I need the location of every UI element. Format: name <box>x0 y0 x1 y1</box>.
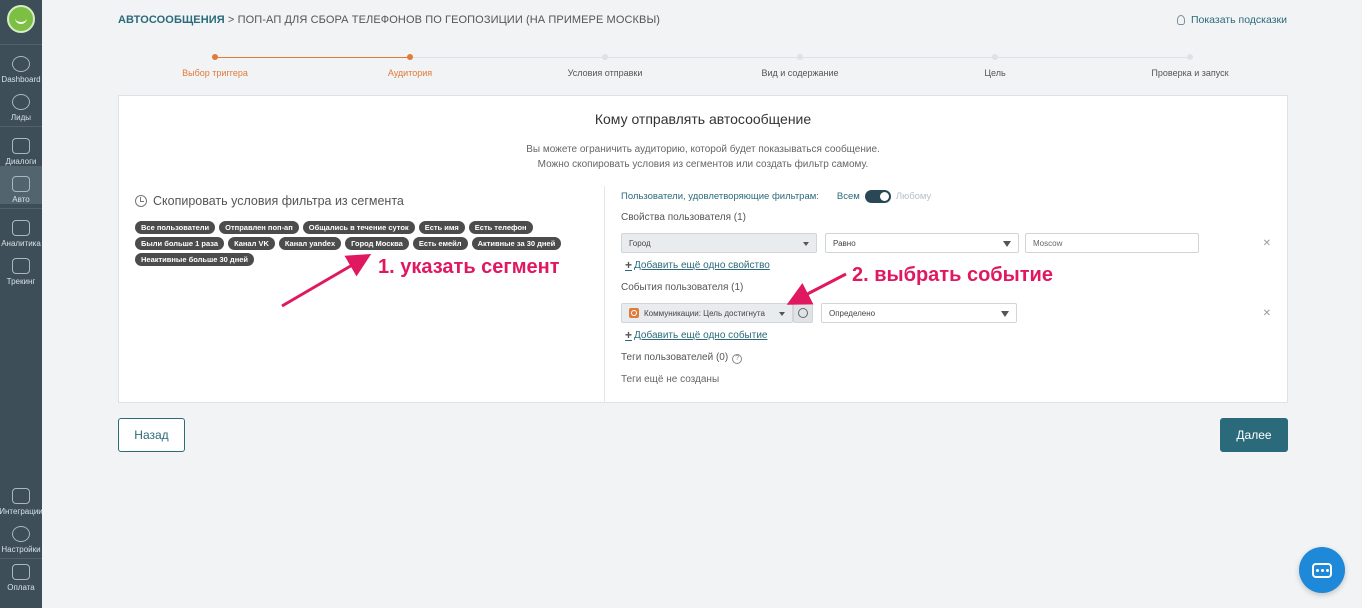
card-title: Кому отправлять автосообщение <box>594 111 812 127</box>
segment-tag[interactable]: Активные за 30 дней <box>471 237 562 250</box>
card-icon <box>12 564 30 580</box>
plus-icon: + <box>625 258 633 272</box>
add-event-link[interactable]: + Добавить ещё одно событие <box>625 328 767 342</box>
logo[interactable] <box>7 5 35 33</box>
chevron-down-icon <box>779 312 785 316</box>
puzzle-icon <box>12 488 30 504</box>
step-dot <box>1187 54 1193 60</box>
step-appearance[interactable]: Вид и содержание <box>720 54 880 78</box>
step-audience[interactable]: Аудитория <box>330 54 490 78</box>
sidebar-divider <box>0 44 42 45</box>
user-events-title: События пользователя (1) <box>621 282 744 293</box>
segment-tag[interactable]: Есть телефон <box>468 221 533 234</box>
sidebar-divider <box>0 208 42 209</box>
step-send-conditions[interactable]: Условия отправки <box>525 54 685 78</box>
chat-icon <box>12 138 30 154</box>
users-icon <box>12 94 30 110</box>
user-properties-title: Свойства пользователя (1) <box>621 212 747 223</box>
step-dot <box>992 54 998 60</box>
sidebar-item-dashboard[interactable]: Dashboard <box>0 46 42 84</box>
next-button[interactable]: Далее <box>1220 418 1288 452</box>
breadcrumb-current: > ПОП-АП ДЛЯ СБОРА ТЕЛЕФОНОВ ПО ГЕОПОЗИЦ… <box>224 14 661 26</box>
property-value-input[interactable]: Moscow <box>1025 233 1199 253</box>
step-review[interactable]: Проверка и запуск <box>1110 54 1270 78</box>
gauge-icon <box>12 56 30 72</box>
chat-widget-button[interactable] <box>1299 547 1345 593</box>
segment-tag[interactable]: Канал yandex <box>278 237 342 250</box>
match-any-label[interactable]: Любому <box>896 191 931 202</box>
back-button[interactable]: Назад <box>118 418 185 452</box>
sidebar-item-integrations[interactable]: Интеграции <box>0 478 43 516</box>
gear-icon <box>12 526 30 542</box>
plus-icon: + <box>625 328 633 342</box>
filter-match-row: Пользователи, удовлетворяющие фильтрам: … <box>621 190 932 203</box>
event-icon <box>629 308 639 318</box>
audience-card: Кому отправлять автосообщение Вы можете … <box>118 95 1288 403</box>
property-operator-select[interactable]: Равно <box>825 233 1019 253</box>
remove-event-icon[interactable]: ✕ <box>1263 308 1271 319</box>
event-select[interactable]: Коммуникации: Цель достигнута <box>621 303 793 323</box>
user-tags-title: Теги пользователей (0)? <box>621 352 743 364</box>
chevron-down-icon <box>803 242 809 246</box>
funnel-icon <box>12 220 30 236</box>
sidebar-item-leads[interactable]: Лиды <box>0 84 42 122</box>
step-dot <box>407 54 413 60</box>
cursor-icon <box>12 258 30 274</box>
annotation-step-2: 2. выбрать событие <box>852 264 1053 286</box>
segment-tag[interactable]: Неактивные больше 30 дней <box>135 253 255 266</box>
clock-icon <box>798 308 808 318</box>
monitor-icon <box>12 176 30 192</box>
step-dot <box>602 54 608 60</box>
sidebar-item-dialogs[interactable]: Диалоги <box>0 128 42 166</box>
breadcrumb: АВТОСООБЩЕНИЯ > ПОП-АП ДЛЯ СБОРА ТЕЛЕФОН… <box>118 14 660 26</box>
pie-chart-icon <box>135 195 147 207</box>
segment-tag[interactable]: Были больше 1 раза <box>135 237 225 250</box>
chevron-down-icon <box>1003 241 1011 247</box>
lightbulb-icon <box>1176 15 1185 25</box>
sidebar: Dashboard Лиды Диалоги Авто Аналитика Тр… <box>0 0 43 608</box>
chevron-down-icon <box>1001 311 1009 317</box>
show-hints-link[interactable]: Показать подсказки <box>1176 14 1287 26</box>
sidebar-item-billing[interactable]: Оплата <box>0 554 42 592</box>
column-divider <box>604 186 605 403</box>
match-all-label[interactable]: Всем <box>837 191 860 202</box>
step-dot <box>797 54 803 60</box>
step-trigger[interactable]: Выбор триггера <box>135 54 295 78</box>
add-property-link[interactable]: + Добавить ещё одно свойство <box>625 258 770 272</box>
step-dot <box>212 54 218 60</box>
segment-tag[interactable]: Есть емейл <box>412 237 468 250</box>
sidebar-item-auto[interactable]: Авто <box>0 166 42 204</box>
sidebar-item-analytics[interactable]: Аналитика <box>0 210 42 248</box>
breadcrumb-link[interactable]: АВТОСООБЩЕНИЯ <box>118 14 225 26</box>
remove-property-icon[interactable]: ✕ <box>1263 238 1271 249</box>
help-icon[interactable]: ? <box>732 354 743 364</box>
match-mode-toggle[interactable] <box>864 190 891 203</box>
property-select[interactable]: Город <box>621 233 817 253</box>
sidebar-divider <box>0 126 42 127</box>
tags-empty-text: Теги ещё не созданы <box>621 374 720 385</box>
annotation-step-1: 1. указать сегмент <box>378 256 560 278</box>
chat-icon <box>1312 562 1332 578</box>
segment-tag[interactable]: Общались в течение суток <box>302 221 415 234</box>
sidebar-item-settings[interactable]: Настройки <box>0 516 42 554</box>
segment-tag[interactable]: Есть имя <box>418 221 465 234</box>
event-operator-select[interactable]: Определено <box>821 303 1017 323</box>
copy-from-segment-title: Скопировать условия фильтра из сегмента <box>135 194 404 208</box>
card-description: Вы можете ограничить аудиторию, которой … <box>526 144 880 170</box>
segment-tag[interactable]: Канал VK <box>228 237 275 250</box>
event-time-button[interactable] <box>793 303 813 323</box>
sidebar-item-tracking[interactable]: Трекинг <box>0 248 42 286</box>
step-goal[interactable]: Цель <box>915 54 1075 78</box>
segment-tag[interactable]: Все пользователи <box>135 221 216 234</box>
segment-tag-moscow[interactable]: Город Москва <box>345 237 409 250</box>
segment-tag[interactable]: Отправлен поп-ап <box>219 221 299 234</box>
